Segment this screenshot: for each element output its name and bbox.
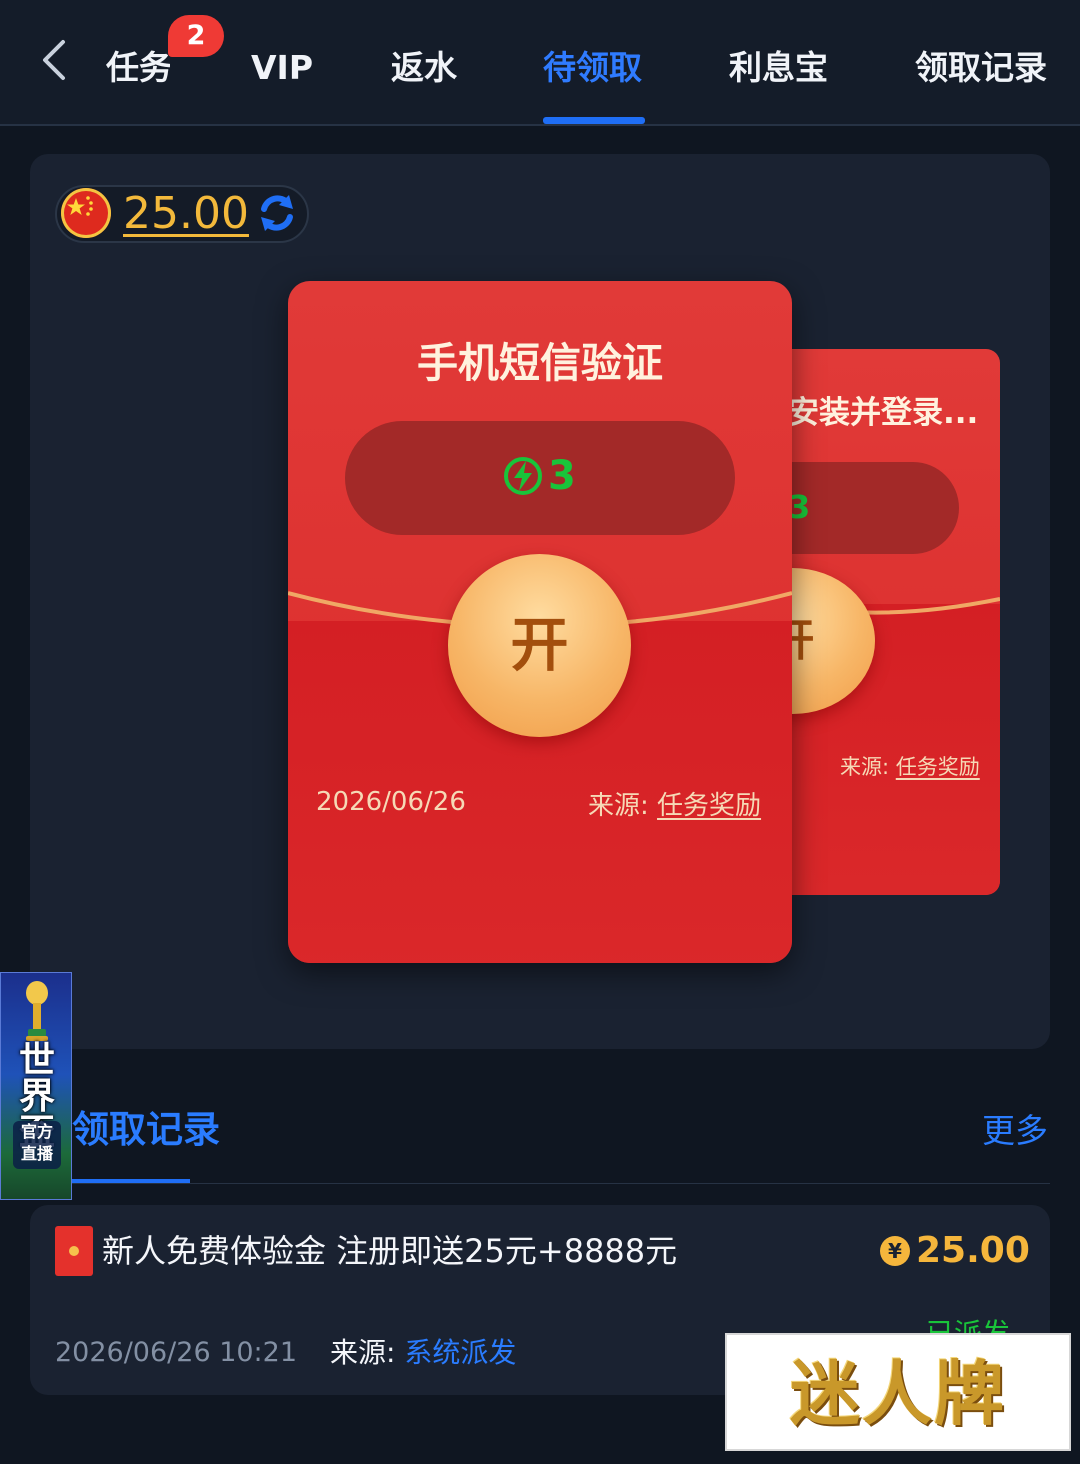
envelope-source-link[interactable]: 任务奖励 xyxy=(896,755,980,779)
tab-claim-history[interactable]: 领取记录 xyxy=(915,40,1047,96)
record-source: 来源: 系统派发 xyxy=(330,1331,516,1375)
envelope-date: 2026/06/26 xyxy=(316,787,466,817)
record-status: 已派发 xyxy=(926,1317,1011,1334)
chevron-left-icon xyxy=(43,40,65,80)
tab-rebate[interactable]: 返水 xyxy=(391,40,457,96)
red-envelope-primary[interactable]: 手机短信验证 3 开 2026/06/26 来源: 任务奖励 xyxy=(288,281,792,963)
record-amount-value: 25.00 xyxy=(916,1230,1030,1271)
tab-interest[interactable]: 利息宝 xyxy=(729,40,828,96)
watermark-text: 迷人牌 xyxy=(790,1353,1006,1435)
china-flag-icon xyxy=(61,188,111,238)
balance-amount[interactable]: 25.00 xyxy=(123,186,249,242)
record-amount: ¥25.00 xyxy=(880,1226,1030,1276)
record-source-label: 来源: xyxy=(330,1336,396,1369)
envelope-source-label: 来源: xyxy=(840,755,890,779)
back-button[interactable] xyxy=(30,34,78,86)
envelope-title: 手机短信验证 xyxy=(417,339,663,387)
more-link[interactable]: 更多 xyxy=(982,1108,1048,1154)
worldcup-ad-subtitle: 官方 直播 xyxy=(13,1121,61,1169)
top-tab-bar: 任务 2 VIP 返水 待领取 利息宝 领取记录 xyxy=(0,0,1080,126)
watermark-logo: 迷人牌 xyxy=(725,1333,1071,1451)
app-root: 任务 2 VIP 返水 待领取 利息宝 领取记录 25.00 安装并登录... … xyxy=(0,0,1080,1464)
yen-coin-icon: ¥ xyxy=(880,1236,910,1266)
tab-pending[interactable]: 待领取 xyxy=(543,40,642,96)
records-section-title[interactable]: 领取记录 xyxy=(72,1105,220,1155)
envelope-open-button[interactable]: 开 xyxy=(448,554,631,737)
tasks-badge: 2 xyxy=(168,15,224,57)
records-divider xyxy=(72,1183,1050,1184)
tab-vip[interactable]: VIP xyxy=(251,40,313,96)
worldcup-ad-banner[interactable]: 世界盃 官方 直播 xyxy=(0,972,72,1200)
envelope-count: 3 xyxy=(548,453,576,499)
envelope-title: 安装并登录... xyxy=(788,395,979,431)
trophy-icon xyxy=(26,981,48,1041)
red-envelope-secondary[interactable]: 安装并登录... 3 开 来源: 任务奖励 xyxy=(770,349,1000,895)
lightning-icon xyxy=(504,457,542,495)
envelope-source: 来源: 任务奖励 xyxy=(840,751,980,781)
refresh-icon xyxy=(261,195,293,231)
record-title: 新人免费体验金 注册即送25元+8888元 xyxy=(102,1232,678,1270)
envelope-source-link[interactable]: 任务奖励 xyxy=(657,791,761,821)
red-envelope-icon xyxy=(55,1226,93,1276)
envelope-count-row: 3 xyxy=(502,453,576,499)
tab-tasks[interactable]: 任务 xyxy=(106,40,170,96)
record-time: 2026/06/26 10:21 xyxy=(55,1337,298,1368)
envelope-source: 来源: 任务奖励 xyxy=(588,785,761,822)
refresh-button[interactable] xyxy=(255,191,299,235)
active-tab-indicator xyxy=(543,117,645,124)
record-source-link[interactable]: 系统派发 xyxy=(404,1336,516,1369)
envelope-source-label: 来源: xyxy=(588,791,649,821)
